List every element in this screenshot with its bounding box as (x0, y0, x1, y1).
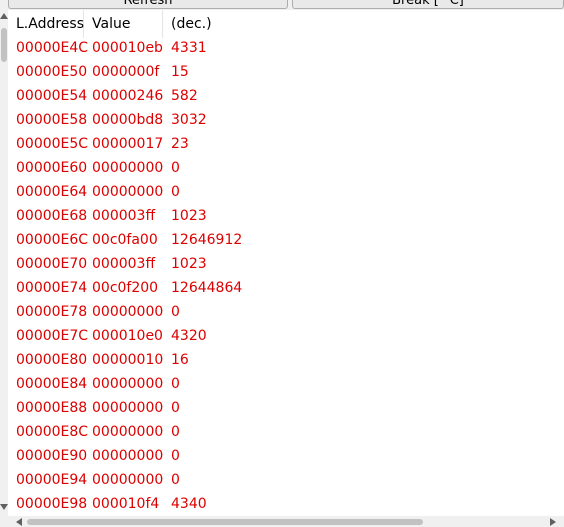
value-cell: 00000010 (92, 352, 164, 368)
value-cell: 00000000 (92, 160, 164, 176)
table-row[interactable]: 00000E90 00000000 0 (8, 444, 564, 468)
right-arrow-icon[interactable] (550, 518, 556, 526)
table-row[interactable]: 00000E5C 00000017 23 (8, 132, 564, 156)
address-cell: 00000E90 (16, 448, 88, 464)
address-cell: 00000E80 (16, 352, 88, 368)
address-cell: 00000E70 (16, 256, 88, 272)
address-cell: 00000E58 (16, 112, 88, 128)
value-cell: 00c0f200 (92, 280, 159, 296)
decimal-cell: 12646912 (171, 232, 243, 248)
address-cell: 00000E8C (16, 424, 89, 440)
table-row[interactable]: 00000E74 00c0f200 12644864 (8, 276, 564, 300)
table-row[interactable]: 00000E68 000003ff 1023 (8, 204, 564, 228)
left-arrow-icon[interactable] (16, 518, 22, 526)
value-cell: 00000017 (92, 136, 164, 152)
value-cell: 000003ff (92, 256, 156, 272)
address-cell: 00000E4C (16, 40, 89, 56)
column-header-address[interactable]: L.Address (8, 10, 84, 38)
list-rows: 00000E4C 000010eb 4331 00000E50 0000000f 15 00… (8, 36, 564, 516)
value-cell: 00000246 (92, 88, 164, 104)
decimal-cell: 3032 (171, 112, 207, 128)
table-row[interactable]: 00000E64 00000000 0 (8, 180, 564, 204)
table-row[interactable]: 00000E78 00000000 0 (8, 300, 564, 324)
table-row[interactable]: 00000E4C 000010eb 4331 (8, 36, 564, 60)
decimal-cell: 0 (171, 376, 180, 392)
value-cell: 0000000f (92, 64, 160, 80)
vertical-scroll-thumb[interactable] (1, 28, 7, 62)
decimal-cell: 12644864 (171, 280, 243, 296)
table-row[interactable]: 00000E7C 000010e0 4320 (8, 324, 564, 348)
horizontal-scroll-thumb[interactable] (27, 519, 423, 525)
address-cell: 00000E7C (16, 328, 89, 344)
address-cell: 00000E64 (16, 184, 88, 200)
table-row[interactable]: 00000E98 000010f4 4340 (8, 492, 564, 516)
decimal-cell: 4320 (171, 328, 207, 344)
address-cell: 00000E50 (16, 64, 88, 80)
table-row[interactable]: 00000E8C 00000000 0 (8, 420, 564, 444)
table-row[interactable]: 00000E6C 00c0fa00 12646912 (8, 228, 564, 252)
column-header-value[interactable]: Value (84, 10, 163, 38)
table-row[interactable]: 00000E88 00000000 0 (8, 396, 564, 420)
address-cell: 00000E6C (16, 232, 89, 248)
up-arrow-icon[interactable] (0, 13, 8, 19)
down-arrow-icon[interactable] (0, 504, 8, 510)
decimal-cell: 4331 (171, 40, 207, 56)
value-cell: 00000000 (92, 184, 164, 200)
table-row[interactable]: 00000E50 0000000f 15 (8, 60, 564, 84)
list-header: L.Address Value (dec.) (8, 10, 564, 38)
value-cell: 000010f4 (92, 496, 160, 512)
decimal-cell: 582 (171, 88, 198, 104)
value-cell: 00000000 (92, 376, 164, 392)
decimal-cell: 1023 (171, 208, 207, 224)
value-cell: 00000000 (92, 448, 164, 464)
value-cell: 00000000 (92, 400, 164, 416)
value-cell: 000003ff (92, 208, 156, 224)
table-row[interactable]: 00000E80 00000010 16 (8, 348, 564, 372)
value-cell: 00000bd8 (92, 112, 164, 128)
address-cell: 00000E5C (16, 136, 89, 152)
value-cell: 00000000 (92, 472, 164, 488)
decimal-cell: 15 (171, 64, 189, 80)
address-cell: 00000E60 (16, 160, 88, 176)
table-row[interactable]: 00000E70 000003ff 1023 (8, 252, 564, 276)
value-cell: 000010e0 (92, 328, 163, 344)
refresh-button[interactable]: Refresh (8, 0, 288, 9)
decimal-cell: 16 (171, 352, 189, 368)
decimal-cell: 4340 (171, 496, 207, 512)
decimal-cell: 0 (171, 448, 180, 464)
address-cell: 00000E68 (16, 208, 88, 224)
address-cell: 00000E74 (16, 280, 88, 296)
address-cell: 00000E94 (16, 472, 88, 488)
toolbar: Refresh Break [^C] (0, 0, 564, 10)
table-row[interactable]: 00000E94 00000000 0 (8, 468, 564, 492)
table-row[interactable]: 00000E54 00000246 582 (8, 84, 564, 108)
address-cell: 00000E84 (16, 376, 88, 392)
vertical-scrollbar[interactable] (0, 10, 8, 516)
decimal-cell: 0 (171, 472, 180, 488)
address-cell: 00000E98 (16, 496, 88, 512)
address-cell: 00000E54 (16, 88, 88, 104)
decimal-cell: 0 (171, 184, 180, 200)
value-cell: 00000000 (92, 424, 164, 440)
break-button[interactable]: Break [^C] (292, 0, 564, 9)
horizontal-scrollbar[interactable] (0, 516, 564, 527)
decimal-cell: 23 (171, 136, 189, 152)
value-cell: 000010eb (92, 40, 163, 56)
table-row[interactable]: 00000E84 00000000 0 (8, 372, 564, 396)
decimal-cell: 0 (171, 424, 180, 440)
table-row[interactable]: 00000E60 00000000 0 (8, 156, 564, 180)
decimal-cell: 0 (171, 400, 180, 416)
address-cell: 00000E88 (16, 400, 88, 416)
address-cell: 00000E78 (16, 304, 88, 320)
decimal-cell: 0 (171, 160, 180, 176)
value-cell: 00000000 (92, 304, 164, 320)
column-header-decimal[interactable]: (dec.) (163, 10, 273, 38)
value-cell: 00c0fa00 (92, 232, 158, 248)
memory-list: L.Address Value (dec.) 00000E4C 000010eb 4… (8, 10, 564, 516)
decimal-cell: 0 (171, 304, 180, 320)
decimal-cell: 1023 (171, 256, 207, 272)
table-row[interactable]: 00000E58 00000bd8 3032 (8, 108, 564, 132)
